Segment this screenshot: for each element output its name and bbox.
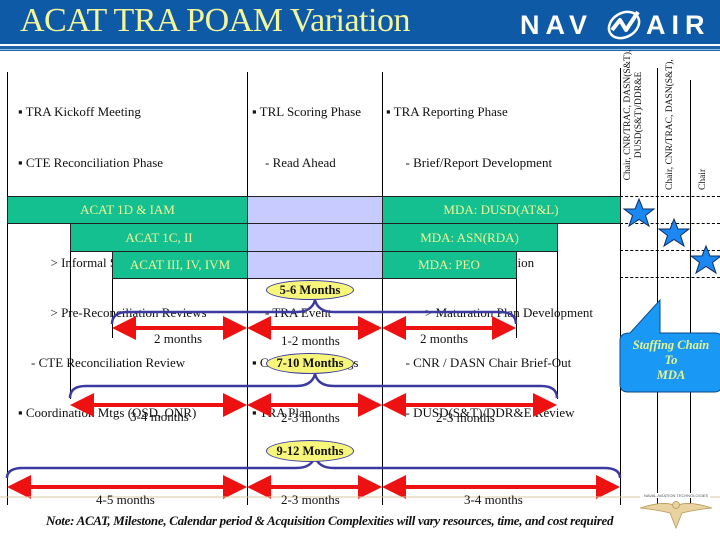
footer-note: Note: ACAT, Milestone, Calendar period &… bbox=[46, 513, 614, 528]
total-ellipse-7-10: 7-10 Months bbox=[266, 353, 354, 374]
footer-tagline: NAVAL AVIATION TECHNOLOGIES bbox=[642, 493, 711, 498]
total-ellipse-9-12: 9-12 Months bbox=[266, 440, 354, 462]
wings-emblem-icon bbox=[639, 501, 713, 530]
segment-label: 2-3 months bbox=[436, 410, 495, 425]
segment-label: 2-3 months bbox=[281, 410, 340, 425]
segment-label: 4-5 months bbox=[96, 492, 155, 507]
brace-7-10-months bbox=[68, 373, 559, 399]
staffing-callout-text: Staffing Chain To MDA bbox=[632, 338, 710, 382]
segment-label: 2-3 months bbox=[281, 492, 340, 507]
segment-label: 3-4 months bbox=[130, 409, 189, 424]
segment-label: 3-4 months bbox=[464, 492, 523, 507]
brace-5-6-months bbox=[110, 299, 518, 325]
segment-label: 1-2 months bbox=[281, 333, 340, 348]
segment-label: 2 months bbox=[420, 331, 469, 346]
segment-label: 2 months bbox=[154, 331, 203, 346]
total-ellipse-5-6: 5-6 Months bbox=[266, 280, 354, 300]
timeline-graphics bbox=[0, 298, 720, 530]
